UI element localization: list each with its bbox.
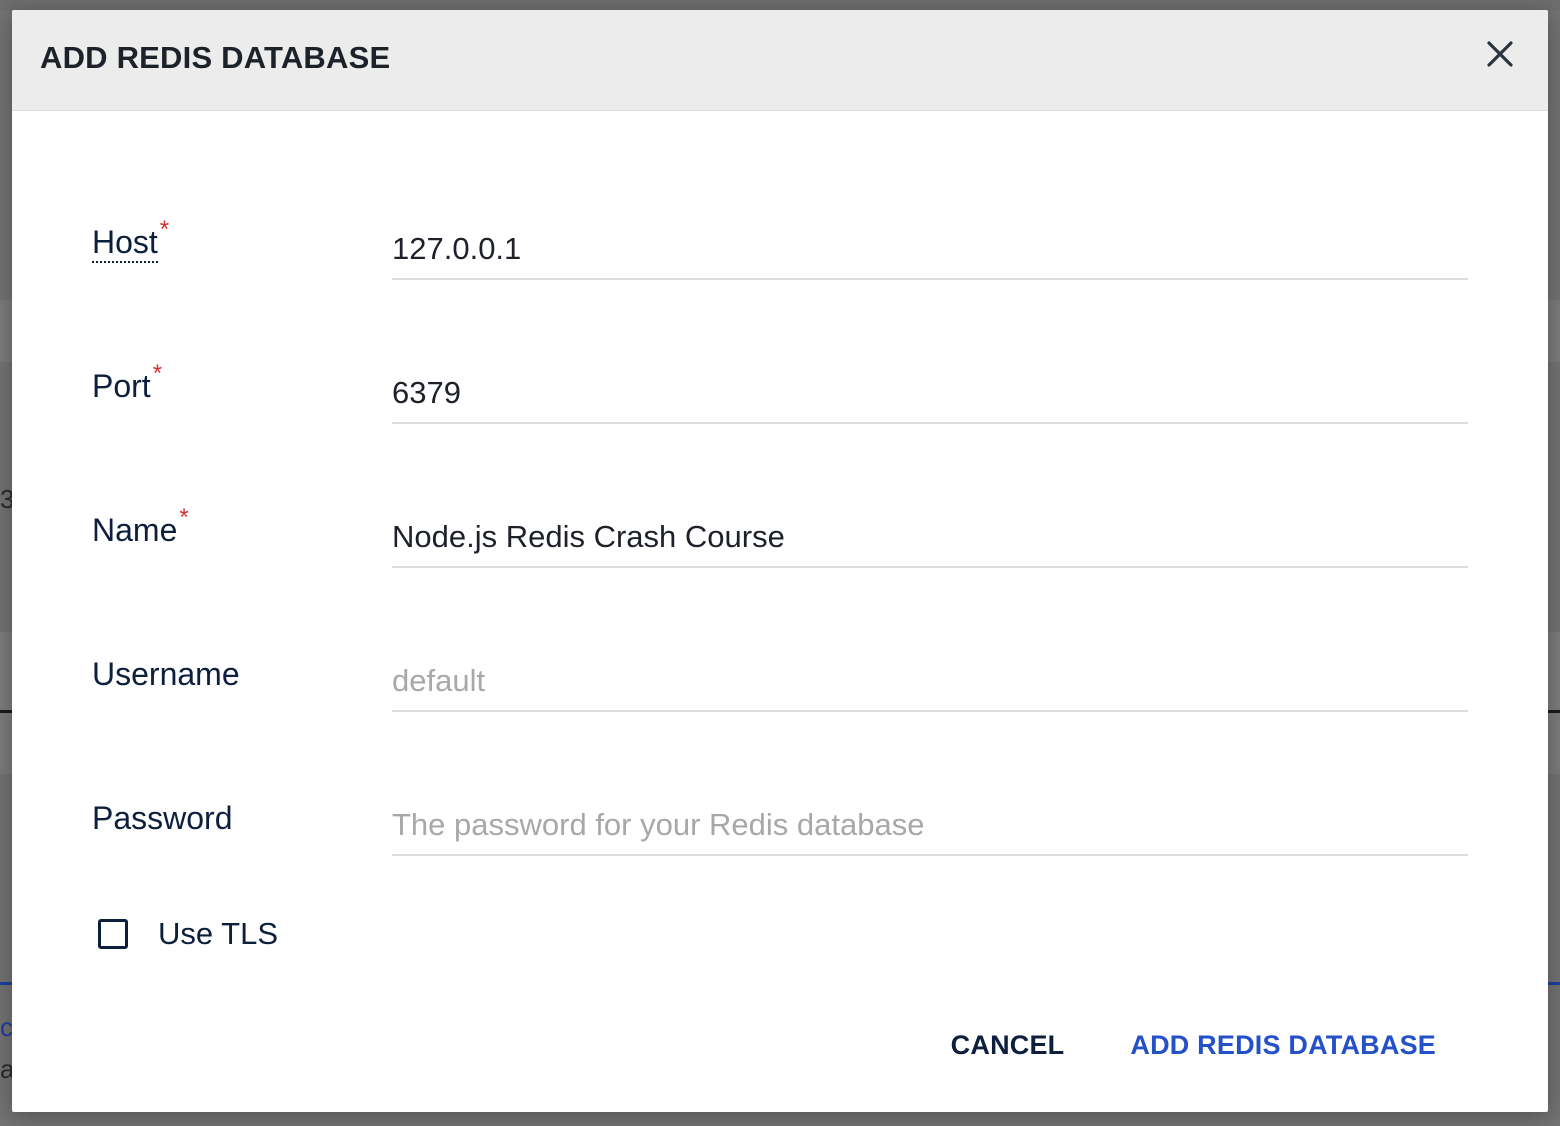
password-row: Password: [92, 774, 1468, 918]
name-row: Name*: [92, 486, 1468, 630]
dialog-actions: CANCEL ADD REDIS DATABASE: [951, 1026, 1436, 1065]
host-label-text: Host: [92, 224, 158, 263]
username-label: Username: [92, 656, 240, 693]
required-marker: *: [152, 360, 163, 387]
background-header: [0, 0, 1560, 10]
cancel-button[interactable]: CANCEL: [951, 1026, 1065, 1065]
password-label-text: Password: [92, 800, 233, 836]
username-input[interactable]: [392, 630, 1468, 712]
port-label: Port*: [92, 360, 162, 405]
use-tls-label[interactable]: Use TLS: [158, 916, 278, 952]
port-label-text: Port: [92, 368, 151, 404]
host-label[interactable]: Host*: [92, 216, 169, 263]
name-label: Name*: [92, 504, 189, 549]
use-tls-checkbox[interactable]: [98, 919, 128, 949]
name-input[interactable]: [392, 486, 1468, 568]
close-icon: [1487, 41, 1513, 67]
required-marker: *: [179, 504, 189, 531]
password-input[interactable]: [392, 774, 1468, 856]
password-label: Password: [92, 800, 233, 837]
username-row: Username: [92, 630, 1468, 774]
add-database-dialog: ADD REDIS DATABASE Host* Port* Name*: [12, 10, 1548, 1112]
use-tls-row: Use TLS: [98, 916, 278, 952]
port-input[interactable]: [392, 342, 1468, 424]
port-row: Port*: [92, 342, 1468, 486]
username-label-text: Username: [92, 656, 240, 692]
dialog-header: ADD REDIS DATABASE: [12, 10, 1548, 111]
add-database-button[interactable]: ADD REDIS DATABASE: [1130, 1026, 1436, 1065]
host-input[interactable]: [392, 198, 1468, 280]
required-marker: *: [159, 216, 170, 243]
name-label-text: Name: [92, 512, 178, 548]
close-button[interactable]: [1484, 38, 1516, 70]
host-row: Host*: [92, 198, 1468, 342]
database-form: Host* Port* Name* Username Password: [92, 198, 1468, 918]
dialog-title: ADD REDIS DATABASE: [40, 40, 391, 75]
